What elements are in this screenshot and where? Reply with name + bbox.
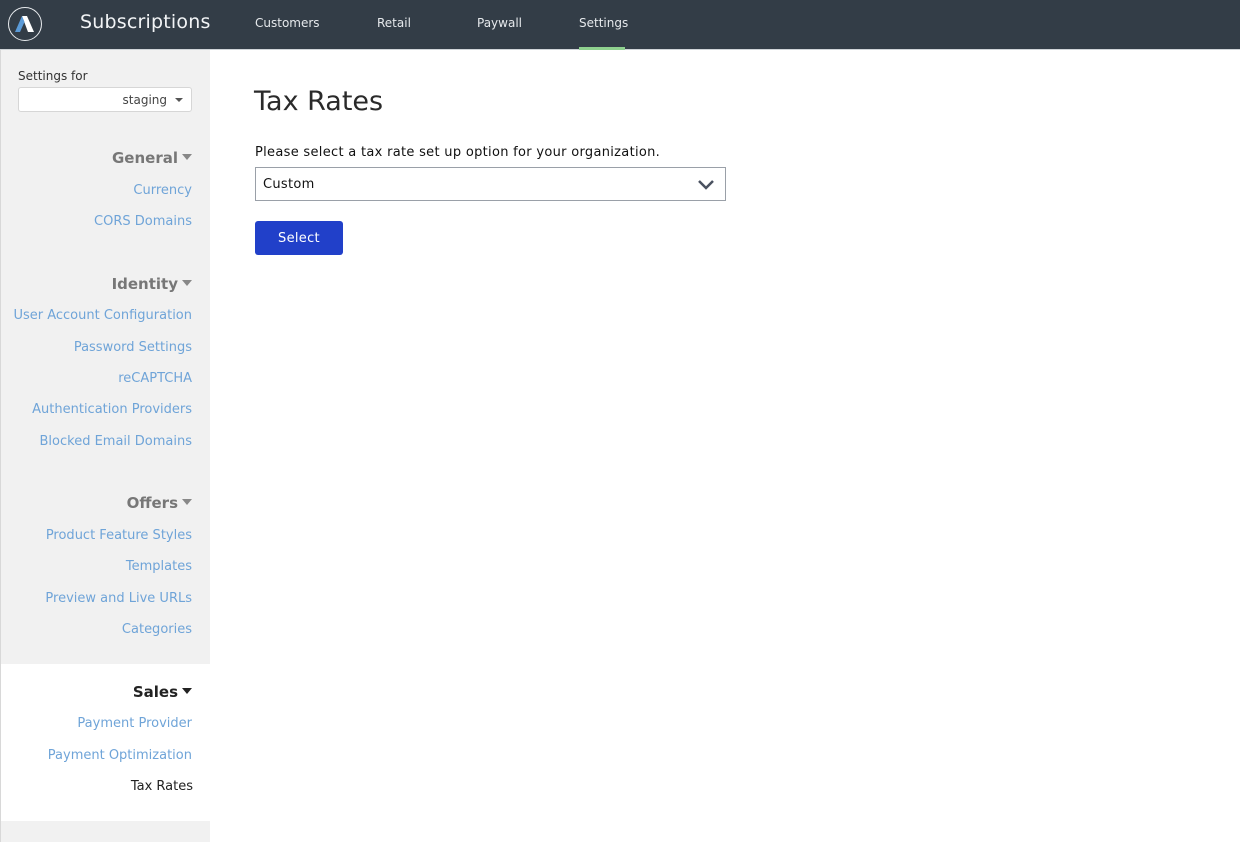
nav-settings[interactable]: Settings — [579, 16, 628, 30]
sidebar-item-cors-domains[interactable]: CORS Domains — [94, 214, 192, 229]
section-title: Offers — [126, 494, 178, 512]
sidebar-item-tax-rates[interactable]: Tax Rates — [131, 779, 193, 794]
sidebar-item-password-settings[interactable]: Password Settings — [74, 340, 192, 355]
section-title: General — [112, 149, 178, 167]
caret-down-icon — [182, 498, 192, 505]
sidebar-item-product-feature-styles[interactable]: Product Feature Styles — [46, 528, 192, 543]
section-identity[interactable]: Identity — [112, 275, 192, 293]
caret-down-icon — [182, 279, 192, 286]
sidebar-item-blocked-email-domains[interactable]: Blocked Email Domains — [40, 434, 193, 449]
sidebar-item-preview-and-live-urls[interactable]: Preview and Live URLs — [45, 591, 192, 606]
tax-rate-option-select[interactable]: Custom — [255, 167, 726, 201]
sidebar-item-authentication-providers[interactable]: Authentication Providers — [32, 402, 192, 417]
nav-retail[interactable]: Retail — [377, 16, 411, 30]
nav-customers[interactable]: Customers — [255, 16, 320, 30]
environment-value: staging — [122, 93, 167, 107]
sidebar-item-payment-optimization[interactable]: Payment Optimization — [48, 748, 192, 763]
sidebar-item-payment-provider[interactable]: Payment Provider — [77, 716, 192, 731]
section-offers[interactable]: Offers — [127, 494, 192, 512]
caret-down-icon — [182, 687, 192, 694]
chevron-down-icon — [698, 180, 714, 190]
sidebar-item-user-account-configuration[interactable]: User Account Configuration — [13, 308, 192, 323]
caret-down-icon — [175, 98, 183, 102]
select-button[interactable]: Select — [255, 221, 343, 255]
settings-for-label: Settings for — [18, 69, 88, 83]
arc-logo-icon[interactable] — [8, 7, 42, 41]
environment-select[interactable]: staging — [18, 87, 192, 112]
section-title: Identity — [111, 275, 178, 293]
sidebar-item-recaptcha[interactable]: reCAPTCHA — [118, 371, 192, 386]
top-navigation-bar: Subscriptions Customers Retail Paywall S… — [0, 0, 1240, 50]
app-title: Subscriptions — [80, 11, 211, 33]
tax-rate-prompt: Please select a tax rate set up option f… — [255, 145, 661, 160]
sidebar-item-currency[interactable]: Currency — [133, 183, 192, 198]
section-sales[interactable]: Sales — [133, 683, 192, 701]
tax-rate-option-value: Custom — [263, 177, 315, 192]
caret-down-icon — [182, 153, 192, 160]
nav-paywall[interactable]: Paywall — [477, 16, 522, 30]
active-nav-indicator — [579, 47, 625, 50]
page-title: Tax Rates — [254, 86, 384, 117]
sidebar-item-templates[interactable]: Templates — [126, 559, 192, 574]
section-title: Sales — [132, 683, 178, 701]
section-general[interactable]: General — [112, 149, 192, 167]
sidebar-item-categories[interactable]: Categories — [122, 622, 192, 637]
